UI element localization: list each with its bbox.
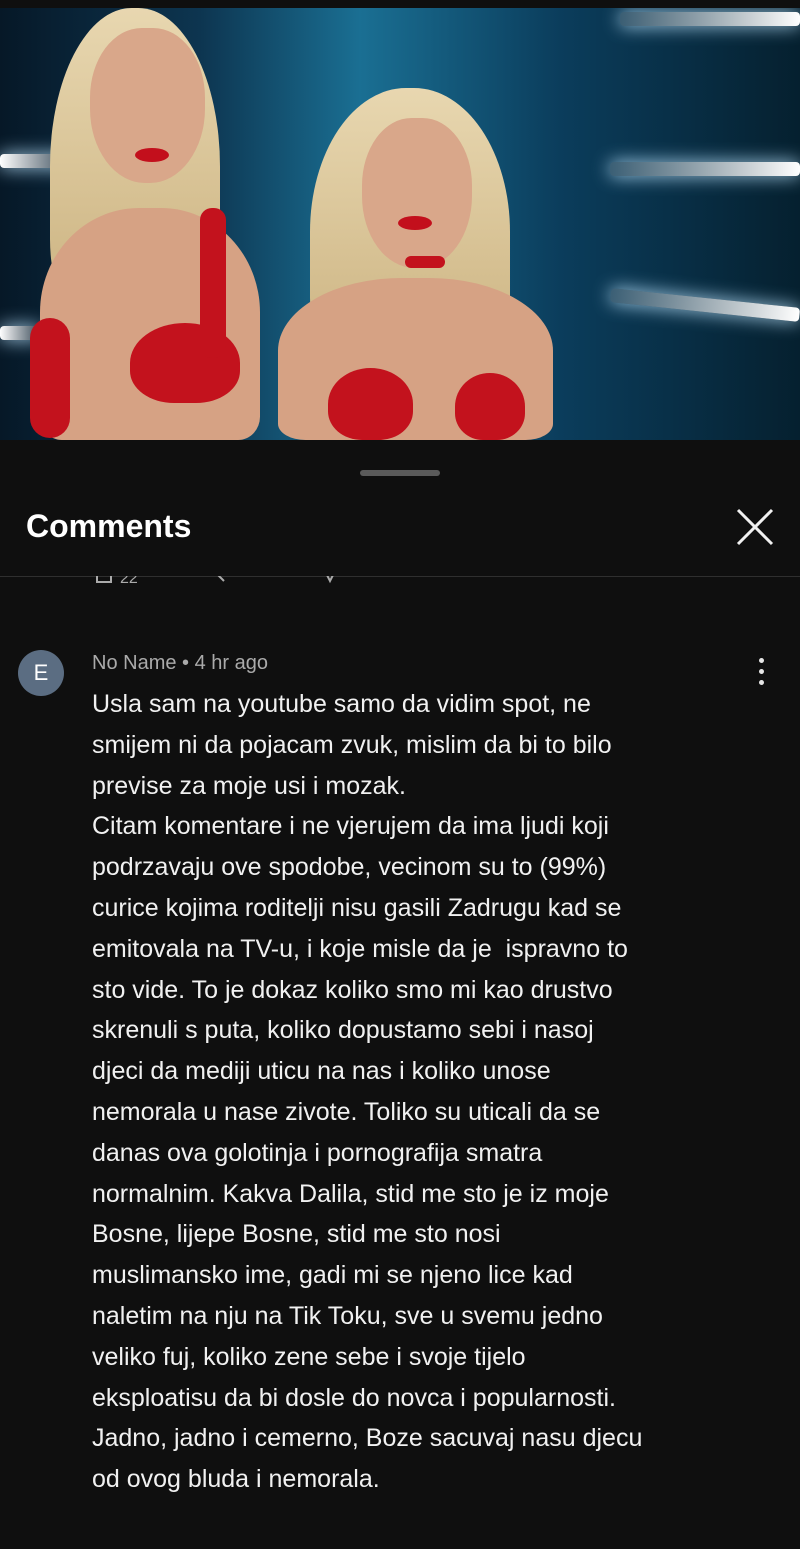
- comment-line: smijem ni da pojacam zvuk, mislim da bi …: [92, 730, 612, 759]
- more-vert-icon-dot: [758, 680, 764, 685]
- comment-line: skrenuli s puta, koliko dopustamo sebi i…: [92, 1016, 594, 1045]
- avatar[interactable]: E: [18, 650, 64, 696]
- comment-line: curice kojima roditelji nisu gasili Zadr…: [92, 893, 622, 922]
- comment-line: podrzavaju ove spodobe, vecinom su to (9…: [92, 853, 607, 882]
- performer-left: [20, 8, 280, 440]
- more-vert-icon-dot: [758, 669, 764, 674]
- comment-text: Usla sam na youtube samo da vidim spot, …: [92, 684, 752, 1500]
- dislike-icon[interactable]: [212, 576, 232, 592]
- comment-meta: No Name • 4 hr ago: [92, 652, 268, 674]
- comment-line: Jadno, jadno i cemerno, Boze sacuvaj nas…: [92, 1424, 643, 1453]
- close-icon: [736, 508, 774, 546]
- comment-line: normalnim. Kakva Dalila, stid me sto je …: [92, 1179, 609, 1208]
- comment-line: Usla sam na youtube samo da vidim spot, …: [92, 690, 591, 718]
- comment-line: Citam komentare i ne vjerujem da ima lju…: [92, 812, 609, 841]
- comment-line: previse za moje usi i mozak.: [92, 771, 407, 800]
- video-player[interactable]: [0, 8, 800, 440]
- comment-line: Bosne, lijepe Bosne, stid me sto nosi: [92, 1220, 501, 1249]
- stage-light: [620, 12, 800, 26]
- comment-line: emitovala na TV-u, i koje misle da je is…: [92, 934, 628, 963]
- stage-light: [610, 162, 800, 176]
- stage-light: [609, 288, 800, 322]
- comments-sheet: Comments 22 E No Name • 4 hr ago Usla sa…: [0, 450, 800, 1549]
- comment-line: naletim na nju na Tik Toku, sve u svemu …: [92, 1301, 603, 1330]
- previous-comment-actions: 22: [92, 576, 492, 592]
- comment-line: danas ova golotinja i pornografija smatr…: [92, 1138, 543, 1167]
- reply-icon[interactable]: [320, 576, 340, 592]
- comment-line: muslimansko ime, gadi mi se njeno lice k…: [92, 1261, 573, 1290]
- more-vert-icon: [758, 658, 764, 663]
- comment-line: nemorala u nase zivote. Toliko su utical…: [92, 1097, 601, 1126]
- more-options-button[interactable]: [752, 658, 770, 692]
- like-count: 22: [120, 576, 138, 587]
- comment-line: eksploatisu da bi dosle do novca i popul…: [92, 1383, 616, 1412]
- like-icon[interactable]: [94, 576, 114, 592]
- close-button[interactable]: [734, 506, 776, 548]
- drag-handle[interactable]: [360, 470, 440, 476]
- comment-line: djeci da mediji uticu na nas i koliko un…: [92, 1057, 551, 1086]
- performer-right: [270, 88, 560, 440]
- comment-line: sto vide. To je dokaz koliko smo mi kao …: [92, 975, 613, 1004]
- comment-line: od ovog bluda i nemorala.: [92, 1465, 380, 1494]
- comment-line: veliko fuj, koliko zene sebe i svoje tij…: [92, 1342, 526, 1371]
- sheet-title: Comments: [26, 508, 192, 544]
